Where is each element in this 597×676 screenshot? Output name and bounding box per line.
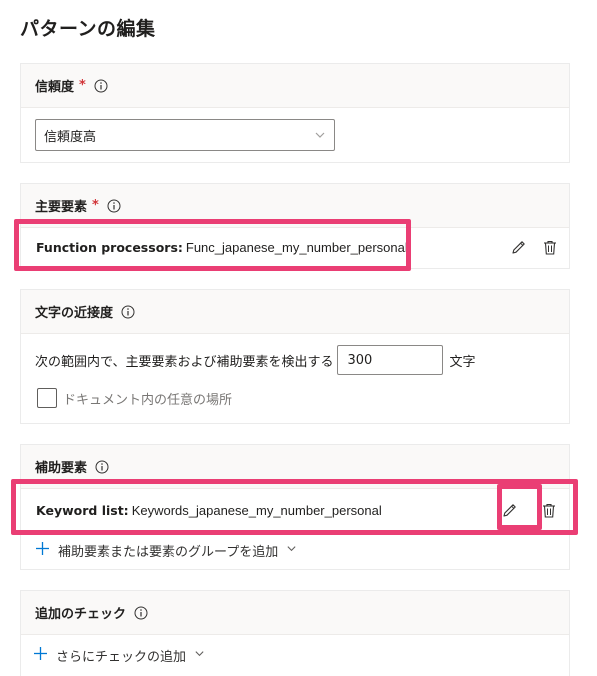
confidence-header: 信頼度 * <box>21 64 569 108</box>
supporting-elements-section: 補助要素 Keyword list: Keywords_japanese_my_… <box>20 444 570 570</box>
add-check-label: さらにチェックの追加 <box>56 650 187 665</box>
trash-icon[interactable] <box>540 501 558 519</box>
supporting-header: 補助要素 <box>21 445 569 489</box>
anywhere-checkbox[interactable] <box>37 388 57 408</box>
proximity-label-after: 文字 <box>449 354 476 370</box>
chevron-down-icon <box>286 543 297 558</box>
primary-row-actions <box>509 224 559 270</box>
confidence-selected: 信頼度高 <box>44 129 97 145</box>
supporting-element-value: Keywords_japanese_my_number_personal <box>131 502 382 518</box>
confidence-section: 信頼度 * 信頼度高 <box>20 63 570 163</box>
add-supporting-element-button[interactable]: 補助要素または要素のグループを追加 <box>35 541 297 560</box>
plus-icon <box>33 646 48 665</box>
add-supporting-label: 補助要素または要素のグループを追加 <box>58 545 279 560</box>
proximity-title: 文字の近接度 <box>35 306 114 321</box>
pencil-icon[interactable] <box>509 238 527 256</box>
proximity-header: 文字の近接度 <box>21 290 569 334</box>
info-icon[interactable] <box>94 79 108 93</box>
supporting-element-row[interactable]: Keyword list: Keywords_japanese_my_numbe… <box>21 487 569 533</box>
supporting-row-actions <box>500 487 558 533</box>
info-icon[interactable] <box>95 460 109 474</box>
plus-icon <box>35 541 50 560</box>
primary-element-kind: Function processors: <box>36 239 183 255</box>
anywhere-checkbox-row[interactable]: ドキュメント内の任意の場所 <box>37 388 232 408</box>
primary-element-value: Func_japanese_my_number_personal <box>185 239 408 255</box>
info-icon[interactable] <box>134 606 148 620</box>
chevron-down-icon <box>194 648 205 663</box>
supporting-element-kind: Keyword list: <box>36 502 129 518</box>
proximity-row: 次の範囲内で、主要要素および補助要素を検出する 300 文字 <box>35 345 476 375</box>
proximity-value: 300 <box>347 352 373 368</box>
confidence-title: 信頼度 <box>35 80 75 95</box>
primary-header: 主要要素 * <box>21 184 569 228</box>
additional-checks-section: 追加のチェック さらにチェックの追加 <box>20 590 570 676</box>
trash-icon[interactable] <box>541 238 559 256</box>
required-mark: * <box>92 198 99 213</box>
checks-header: 追加のチェック <box>21 591 569 635</box>
info-icon[interactable] <box>121 305 135 319</box>
proximity-input[interactable]: 300 <box>337 345 444 375</box>
primary-element-row[interactable]: Function processors: Func_japanese_my_nu… <box>21 224 569 270</box>
add-check-button[interactable]: さらにチェックの追加 <box>33 646 205 665</box>
proximity-label-before: 次の範囲内で、主要要素および補助要素を検出する <box>35 354 334 370</box>
page-title: パターンの編集 <box>20 18 156 40</box>
primary-title: 主要要素 <box>35 200 88 215</box>
pencil-icon[interactable] <box>500 501 518 519</box>
confidence-dropdown[interactable]: 信頼度高 <box>35 119 335 151</box>
primary-element-section: 主要要素 * Function processors: Func_japanes… <box>20 183 570 269</box>
proximity-section: 文字の近接度 次の範囲内で、主要要素および補助要素を検出する 300 文字 ドキ… <box>20 289 570 424</box>
chevron-down-icon <box>314 129 326 145</box>
required-mark: * <box>79 78 86 93</box>
anywhere-checkbox-label: ドキュメント内の任意の場所 <box>63 392 233 408</box>
info-icon[interactable] <box>107 199 121 213</box>
checks-title: 追加のチェック <box>35 607 127 622</box>
supporting-title: 補助要素 <box>35 461 88 476</box>
